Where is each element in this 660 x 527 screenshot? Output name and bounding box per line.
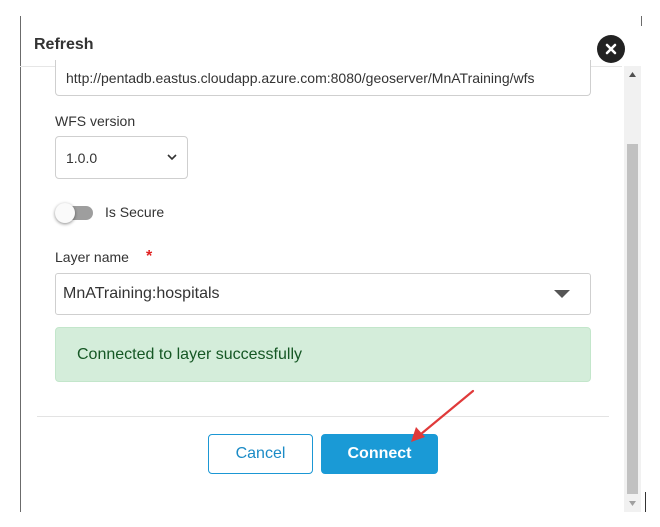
wfs-version-select[interactable]: 1.0.0 (55, 136, 188, 179)
vertical-scrollbar[interactable] (624, 66, 641, 512)
scroll-up-arrow-icon (629, 72, 636, 77)
refresh-dialog: Refresh http://pentadb.eastus.cloudapp.a… (0, 0, 660, 527)
is-secure-toggle[interactable] (55, 203, 93, 223)
success-message: Connected to layer successfully (77, 345, 302, 363)
wfs-version-value: 1.0.0 (66, 149, 98, 166)
layer-name-select[interactable]: MnATraining:hospitals (55, 273, 591, 315)
success-alert: Connected to layer successfully (55, 327, 591, 382)
scroll-up-button[interactable] (624, 66, 641, 83)
is-secure-label: Is Secure (105, 204, 165, 220)
url-input[interactable]: http://pentadb.eastus.cloudapp.azure.com… (55, 60, 591, 96)
window-right-edge-lower (645, 492, 646, 512)
close-icon (605, 43, 617, 55)
chevron-down-icon (167, 154, 177, 161)
toggle-knob (55, 203, 75, 223)
required-marker: * (146, 248, 153, 265)
window-right-edge (641, 16, 642, 26)
dialog-title: Refresh (34, 36, 94, 53)
close-button[interactable] (597, 35, 625, 63)
layer-name-value: MnATraining:hospitals (63, 285, 220, 302)
url-input-value: http://pentadb.eastus.cloudapp.azure.com… (66, 69, 535, 86)
caret-down-icon (554, 290, 570, 298)
layer-name-label: Layer name (55, 249, 129, 265)
cancel-button[interactable]: Cancel (208, 434, 313, 474)
scrollbar-thumb[interactable] (627, 144, 638, 494)
scroll-down-arrow-icon (629, 501, 636, 506)
connect-button[interactable]: Connect (321, 434, 438, 474)
window-left-edge (20, 16, 21, 512)
wfs-version-label: WFS version (55, 113, 136, 129)
scroll-down-button[interactable] (624, 495, 641, 512)
footer-divider (37, 416, 609, 417)
